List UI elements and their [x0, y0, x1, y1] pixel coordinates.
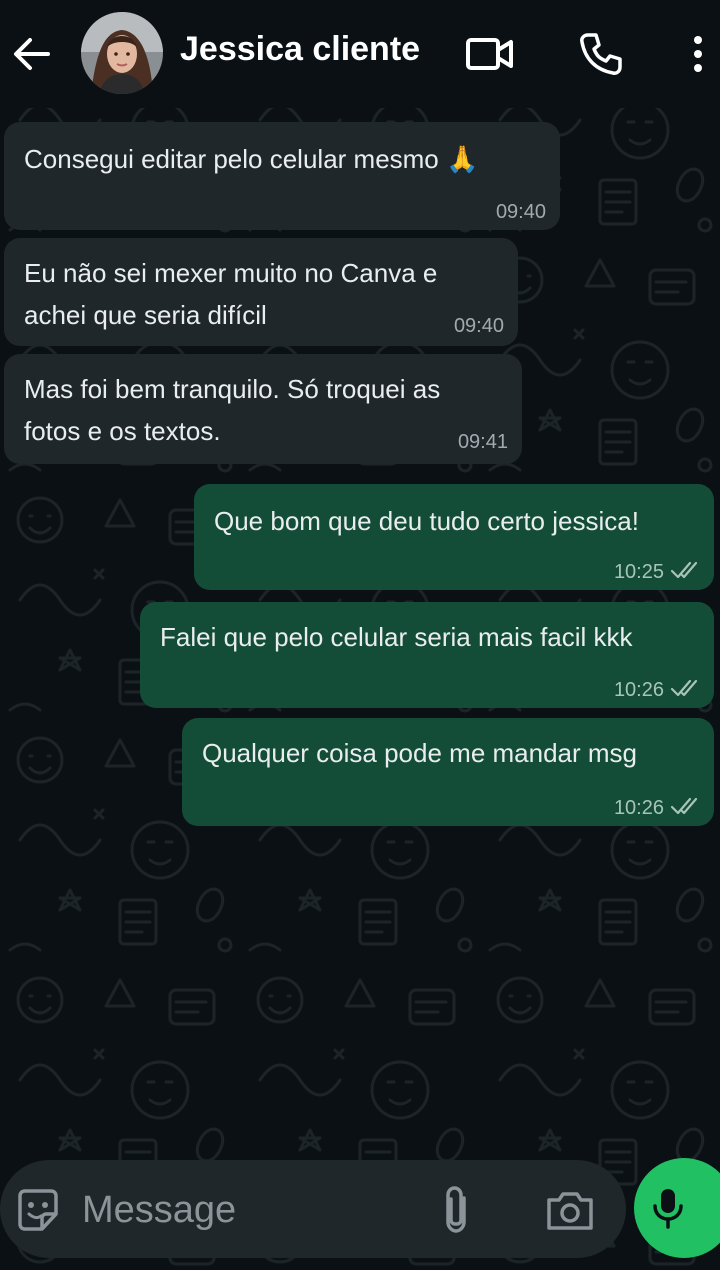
message-time: 09:40: [453, 315, 504, 337]
message-time: 10:25: [613, 561, 664, 583]
incoming-message[interactable]: Consegui editar pelo celular mesmo 🙏 09:…: [4, 122, 560, 230]
read-ticks-icon: [670, 561, 698, 579]
phone-icon: [580, 33, 622, 75]
camera-button[interactable]: [540, 1182, 600, 1238]
chat-header: Jessica cliente: [0, 0, 720, 108]
contact-avatar[interactable]: [81, 12, 163, 94]
contact-name[interactable]: Jessica cliente: [180, 30, 420, 69]
message-composer: [0, 1160, 626, 1258]
message-text: Falei que pelo celular seria mais facil …: [160, 622, 633, 652]
outgoing-message[interactable]: Qualquer coisa pode me mandar msg 10:26: [182, 718, 714, 826]
incoming-message[interactable]: Eu não sei mexer muito no Canva e achei …: [4, 238, 518, 346]
camera-icon: [547, 1192, 593, 1230]
video-camera-icon: [466, 38, 513, 70]
avatar-photo: [81, 12, 163, 94]
outgoing-message[interactable]: Que bom que deu tudo certo jessica! 10:2…: [194, 484, 714, 590]
message-time: 10:26: [613, 797, 664, 819]
microphone-icon: [653, 1189, 683, 1229]
message-text: Que bom que deu tudo certo jessica!: [214, 506, 639, 536]
message-text: fotos e os textos.: [24, 416, 221, 446]
read-ticks-icon: [670, 797, 698, 815]
outgoing-message[interactable]: Falei que pelo celular seria mais facil …: [140, 602, 714, 708]
paperclip-icon: [446, 1186, 466, 1233]
message-text: Qualquer coisa pode me mandar msg: [202, 738, 638, 768]
incoming-message[interactable]: Mas foi bem tranquilo. Só troquei as fot…: [4, 354, 522, 464]
video-call-button[interactable]: [462, 26, 518, 82]
menu-button[interactable]: [670, 26, 720, 82]
back-button[interactable]: [4, 26, 60, 82]
message-text: achei que seria difícil: [24, 300, 267, 330]
read-ticks-icon: [670, 679, 698, 697]
emoji-sticker-button[interactable]: [10, 1182, 66, 1238]
message-time: 09:40: [495, 201, 546, 223]
message-text: Eu não sei mexer muito no Canva e: [24, 258, 438, 288]
voice-call-button[interactable]: [573, 26, 629, 82]
arrow-left-icon: [14, 38, 50, 70]
attach-button[interactable]: [430, 1182, 482, 1238]
message-time: 10:26: [613, 679, 664, 701]
more-vertical-icon: [694, 36, 702, 72]
message-text: Mas foi bem tranquilo. Só troquei as: [24, 374, 441, 404]
message-text: Consegui editar pelo celular mesmo 🙏: [24, 144, 479, 174]
message-input[interactable]: [82, 1186, 412, 1234]
sticker-emoji-icon: [18, 1189, 58, 1231]
message-list: Consegui editar pelo celular mesmo 🙏 09:…: [0, 108, 720, 1158]
message-time: 09:41: [457, 431, 508, 453]
